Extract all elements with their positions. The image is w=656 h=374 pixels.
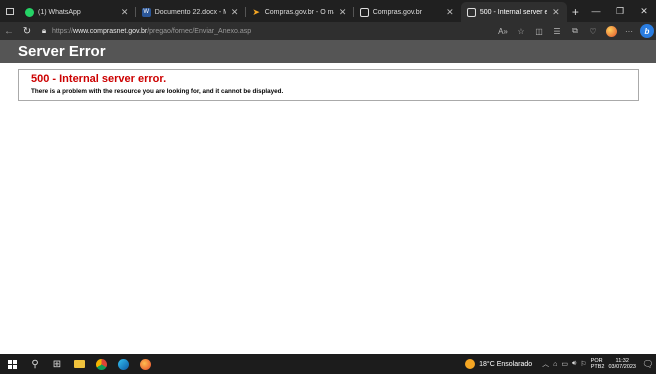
more-menu-icon[interactable]: ··· [620,22,638,40]
url-path: /pregao/fornec/Enviar_Anexo.asp [147,27,252,35]
tab-title: Documento 22.docx - Micros [154,8,226,16]
page-title: Server Error [18,43,106,60]
favorite-star-icon[interactable]: ☆ [512,22,530,40]
task-view-icon[interactable]: ⊞ [46,354,68,374]
tab-title: Compras.gov.br [372,8,422,16]
url-domain: www.comprasnet.gov.br [73,27,148,35]
file-explorer-icon[interactable] [68,354,90,374]
tab-compras-main[interactable]: ➤ Compras.gov.br - O maior site ✕ [246,2,354,22]
notification-icon[interactable]: 🗨︎ [640,359,656,370]
new-tab-button[interactable]: + [567,2,584,22]
compras-icon: ➤ [252,6,260,17]
favorites-icon[interactable]: ☰ [548,22,566,40]
location-icon[interactable]: ⚐ [580,360,586,368]
minimize-icon[interactable]: — [584,0,608,22]
read-aloud-icon[interactable]: A» [494,22,512,40]
page-icon [466,7,476,17]
browser-toolbar: A» ☆ ◫ ☰ ⧉ ♡ ··· b [494,22,656,40]
edge-icon[interactable] [112,354,134,374]
clock[interactable]: 11:32 03/07/2023 [608,358,636,370]
tab-actions-icon[interactable] [0,0,19,22]
tab-whatsapp[interactable]: (1) WhatsApp ✕ [19,2,136,22]
error-message: There is a problem with the resource you… [31,88,284,95]
whatsapp-icon [25,7,35,17]
tab-title: 500 - Internal server error. [479,8,547,16]
copilot-icon[interactable]: b [638,22,656,40]
system-tray: 18°C Ensolarado ︿ ⌂ ▭ 🔊︎ ⚐ POR PTB2 11:3… [465,354,656,374]
battery-icon[interactable]: ▭ [561,360,568,368]
tab-server-error[interactable]: 500 - Internal server error. ✕ [460,2,567,22]
tab-word-document[interactable]: W Documento 22.docx - Micros ✕ [136,2,246,22]
tab-title: (1) WhatsApp [38,8,81,16]
tab-title: Compras.gov.br - O maior site [264,8,334,16]
close-icon[interactable]: ✕ [551,7,561,18]
restore-icon[interactable]: ❐ [608,0,632,22]
network-icon[interactable]: ⌂ [553,361,557,368]
collections-icon[interactable]: ⧉ [566,22,584,40]
keyboard-layout: PTB2 [590,364,605,370]
error-title: 500 - Internal server error. [31,73,167,85]
page-icon [359,7,369,17]
windows-logo-icon [7,359,17,369]
url-field[interactable]: https://www.comprasnet.gov.br/pregao/for… [52,28,251,35]
refresh-icon[interactable]: ↻ [18,22,36,40]
weather-sun-icon [465,359,476,369]
weather-text[interactable]: 18°C Ensolarado [479,361,532,368]
address-bar-row: ← ↻ 🔒︎ https://www.comprasnet.gov.br/pre… [0,22,656,40]
chevron-up-icon[interactable]: ︿ [542,359,549,369]
volume-icon[interactable]: 🔊︎ [572,360,576,368]
extension-icon[interactable] [602,22,620,40]
windows-taskbar: ⚲ ⊞ 18°C Ensolarado ︿ ⌂ ▭ 🔊︎ ⚐ POR PTB2 … [0,354,656,374]
window-controls: — ❐ ✕ [584,0,656,22]
close-icon[interactable]: ✕ [445,7,455,18]
tab-compras[interactable]: Compras.gov.br ✕ [354,2,461,22]
language-indicator[interactable]: POR PTB2 [591,358,605,370]
word-icon: W [141,7,151,17]
url-prefix: https:// [52,27,74,35]
close-icon[interactable]: ✕ [120,7,130,18]
back-icon[interactable]: ← [0,22,18,40]
browser-essentials-icon[interactable]: ♡ [584,22,602,40]
chrome-icon[interactable] [90,354,112,374]
search-icon[interactable]: ⚲ [24,354,46,374]
lock-icon[interactable]: 🔒︎ [36,26,52,36]
clock-date: 03/07/2023 [608,364,636,370]
page-header: Server Error [0,40,656,63]
split-screen-icon[interactable]: ◫ [530,22,548,40]
error-box: 500 - Internal server error. There is a … [18,69,639,101]
firefox-icon[interactable] [134,354,156,374]
close-window-icon[interactable]: ✕ [632,0,656,22]
start-button[interactable] [0,354,24,374]
close-icon[interactable]: ✕ [230,7,240,18]
browser-tab-strip: (1) WhatsApp ✕ W Documento 22.docx - Mic… [0,0,656,22]
close-icon[interactable]: ✕ [338,7,348,18]
